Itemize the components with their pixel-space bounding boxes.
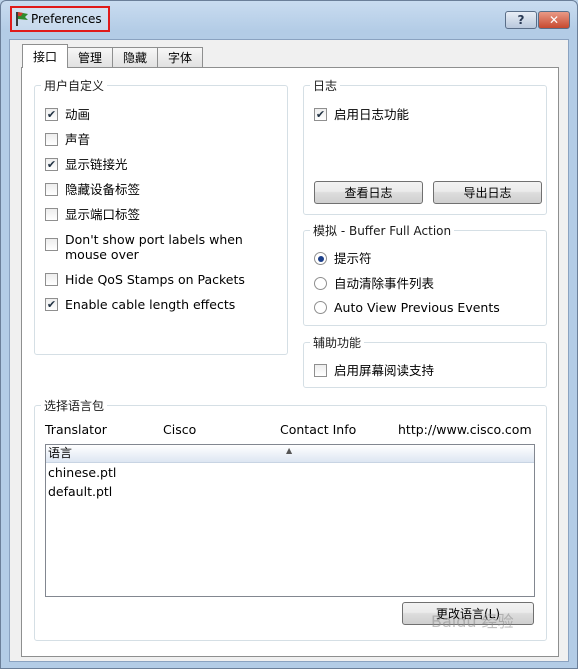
translator-label: Translator — [45, 422, 107, 437]
title-bar[interactable]: Preferences ? ✕ — [1, 1, 577, 37]
checkbox-label: 显示端口标签 — [65, 207, 141, 222]
radio-label: 自动清除事件列表 — [334, 276, 435, 291]
checkbox-box[interactable]: ✔ — [45, 298, 58, 311]
language-group-title: 选择语言包 — [41, 397, 108, 414]
radio-auto-view[interactable]: Auto View Previous Events — [314, 300, 500, 315]
checkbox-label: 启用日志功能 — [334, 107, 410, 122]
checkbox-label: 隐藏设备标签 — [65, 182, 141, 197]
export-log-button[interactable]: 导出日志 — [433, 181, 542, 204]
simulation-group-title: 模拟 - Buffer Full Action — [310, 222, 455, 239]
checkbox-screen-reader[interactable]: 启用屏幕阅读支持 — [314, 363, 434, 378]
radio-button[interactable] — [314, 277, 327, 290]
list-item[interactable]: default.ptl — [46, 482, 534, 501]
accessibility-group-title: 辅助功能 — [310, 334, 365, 351]
language-listbox[interactable]: 语言 ▲ chinese.ptl default.ptl — [45, 444, 535, 597]
window-title: Preferences — [31, 12, 102, 26]
app-flag-icon — [16, 12, 28, 26]
language-column-header[interactable]: 语言 ▲ — [46, 445, 534, 463]
check-icon: ✔ — [46, 298, 57, 311]
radio-auto-clear[interactable]: 自动清除事件列表 — [314, 276, 434, 291]
radio-dot-icon — [317, 255, 324, 262]
preferences-window: Preferences ? ✕ 接口 管理 隐藏 字体 用户自定义 ✔ 动画 声… — [0, 0, 578, 669]
close-button[interactable]: ✕ — [538, 11, 570, 29]
checkbox-label: 显示链接光 — [65, 157, 128, 172]
checkbox-label: Don't show port labels when mouse over — [65, 232, 243, 262]
column-header-label: 语言 — [48, 446, 73, 460]
checkbox-box[interactable] — [45, 208, 58, 221]
tab-admin[interactable]: 管理 — [67, 47, 114, 67]
contact-label: Contact Info — [280, 422, 357, 437]
checkbox-sound[interactable]: 声音 — [45, 132, 90, 147]
checkbox-animation[interactable]: ✔ 动画 — [45, 107, 90, 122]
tab-hidden[interactable]: 隐藏 — [112, 47, 159, 67]
checkbox-box[interactable]: ✔ — [45, 108, 58, 121]
tab-font[interactable]: 字体 — [157, 47, 204, 67]
list-item[interactable]: chinese.ptl — [46, 463, 534, 482]
radio-label: Auto View Previous Events — [334, 300, 500, 315]
interface-tab-panel: 用户自定义 ✔ 动画 声音 ✔ 显示链接光 隐藏设备标签 显示端口标签 Don'… — [21, 67, 559, 657]
checkbox-enable-log[interactable]: ✔ 启用日志功能 — [314, 107, 409, 122]
check-icon: ✔ — [315, 108, 326, 121]
checkbox-link-light[interactable]: ✔ 显示链接光 — [45, 157, 128, 172]
help-button[interactable]: ? — [505, 11, 537, 29]
checkbox-label: Enable cable length effects — [65, 297, 236, 312]
checkbox-cable-length[interactable]: ✔ Enable cable length effects — [45, 297, 235, 312]
radio-button[interactable] — [314, 252, 327, 265]
checkbox-box[interactable] — [45, 133, 58, 146]
contact-value: http://www.cisco.com — [398, 422, 532, 437]
radio-label: 提示符 — [334, 251, 372, 266]
checkbox-box[interactable] — [314, 364, 327, 377]
checkbox-hide-device-labels[interactable]: 隐藏设备标签 — [45, 182, 140, 197]
checkbox-label: 动画 — [65, 107, 91, 122]
checkbox-box[interactable] — [45, 183, 58, 196]
checkbox-label: 声音 — [65, 132, 91, 147]
checkbox-label: Hide QoS Stamps on Packets — [65, 272, 245, 287]
radio-button[interactable] — [314, 301, 327, 314]
tab-interface[interactable]: 接口 — [22, 44, 69, 68]
checkbox-box[interactable] — [45, 238, 58, 251]
sort-up-icon: ▲ — [286, 446, 293, 455]
checkbox-no-port-labels-mouseover[interactable]: Don't show port labels when mouse over — [45, 232, 265, 262]
check-icon: ✔ — [46, 158, 57, 171]
checkbox-hide-qos[interactable]: Hide QoS Stamps on Packets — [45, 272, 245, 287]
custom-group-title: 用户自定义 — [41, 77, 108, 94]
check-icon: ✔ — [46, 108, 57, 121]
dialog-client: 接口 管理 隐藏 字体 用户自定义 ✔ 动画 声音 ✔ 显示链接光 隐藏设备标签… — [9, 39, 569, 662]
checkbox-box[interactable]: ✔ — [45, 158, 58, 171]
translator-value: Cisco — [163, 422, 197, 437]
close-icon: ✕ — [548, 13, 560, 27]
watermark-text: Baidu 经验 — [431, 612, 514, 631]
checkbox-label: 启用屏幕阅读支持 — [334, 363, 435, 378]
radio-prompt[interactable]: 提示符 — [314, 251, 372, 266]
checkbox-show-port-labels[interactable]: 显示端口标签 — [45, 207, 140, 222]
checkbox-box[interactable]: ✔ — [314, 108, 327, 121]
view-log-button[interactable]: 查看日志 — [314, 181, 423, 204]
checkbox-box[interactable] — [45, 273, 58, 286]
tab-strip: 接口 管理 隐藏 字体 — [22, 44, 204, 68]
log-group-title: 日志 — [310, 77, 341, 94]
